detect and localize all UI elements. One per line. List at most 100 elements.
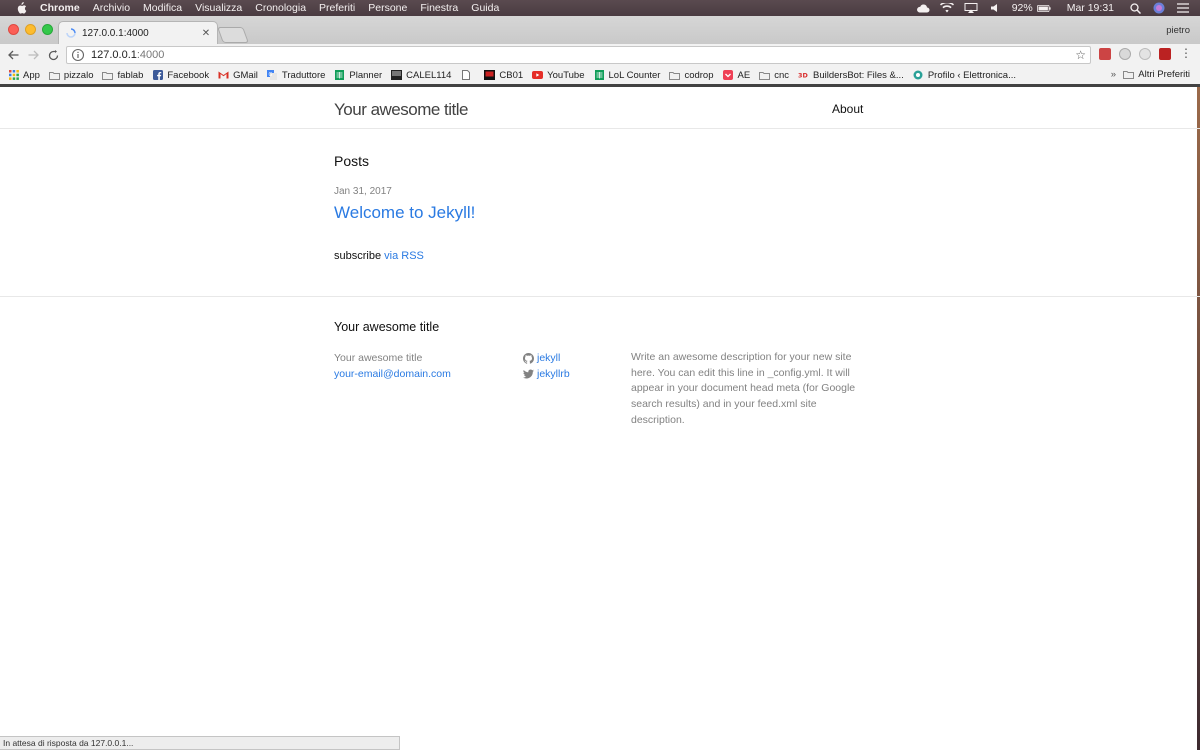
bookmark-label: GMail <box>233 69 258 81</box>
wifi-icon[interactable] <box>939 3 954 13</box>
post-date: Jan 31, 2017 <box>334 186 392 197</box>
menu-archivio[interactable]: Archivio <box>93 2 130 14</box>
nav-about-link[interactable]: About <box>832 102 863 116</box>
chrome-tab-strip: 127.0.0.1:4000 ✕ pietro <box>0 16 1200 44</box>
apple-icon[interactable] <box>14 2 28 14</box>
menu-persone[interactable]: Persone <box>368 2 407 14</box>
folder-icon <box>48 70 60 80</box>
spotlight-search-icon[interactable] <box>1128 2 1142 14</box>
svg-text:G: G <box>269 72 273 78</box>
bookmark-ae[interactable]: AE <box>723 70 750 81</box>
folder-icon <box>669 70 681 80</box>
bookmark-profilo-elettronica[interactable]: Profilo ‹ Elettronica... <box>913 70 1016 81</box>
volume-icon[interactable] <box>988 3 1002 13</box>
footer-social: jekyll jekyllrb <box>523 350 570 382</box>
bookmark-fablab[interactable]: fablab <box>102 70 143 81</box>
menu-finestra[interactable]: Finestra <box>420 2 458 14</box>
extension-gear-icon[interactable] <box>1139 48 1151 60</box>
bookmark-calel114[interactable]: CALEL114 <box>391 70 451 81</box>
window-controls <box>8 24 59 35</box>
posts-heading: Posts <box>334 153 370 169</box>
apps-grid-icon <box>8 70 19 80</box>
footer-contact: Your awesome title your-email@domain.com <box>334 350 451 382</box>
minimize-window-button[interactable] <box>25 24 36 35</box>
bookmark-label: CB01 <box>499 69 524 81</box>
chrome-toolbar: 127.0.0.1:4000 ☆ <box>0 44 1200 66</box>
menu-visualizza[interactable]: Visualizza <box>195 2 242 14</box>
menu-preferiti[interactable]: Preferiti <box>319 2 355 14</box>
site-title-link[interactable]: Your awesome title <box>334 100 469 120</box>
facebook-icon <box>152 70 163 80</box>
battery-icon[interactable] <box>1036 3 1051 13</box>
site-icon <box>391 70 403 80</box>
bookmark-gmail[interactable]: GMail <box>218 70 258 81</box>
url-host: 127.0.0.1 <box>91 49 137 61</box>
bookmark-label: App <box>23 69 40 81</box>
site-icon <box>913 70 924 80</box>
footer-divider <box>0 296 1200 297</box>
page-icon <box>460 70 471 80</box>
rss-link[interactable]: via RSS <box>384 250 424 262</box>
github-username: jekyll <box>537 352 561 364</box>
bookmark-pizzalo[interactable]: pizzalo <box>48 70 93 81</box>
back-arrow-icon[interactable] <box>6 48 20 62</box>
zoom-window-button[interactable] <box>42 24 53 35</box>
close-window-button[interactable] <box>8 24 19 35</box>
siri-icon[interactable] <box>1152 2 1166 14</box>
twitter-username: jekyllrb <box>537 368 570 380</box>
footer-email-link[interactable]: your-email@domain.com <box>334 366 451 382</box>
profile-name[interactable]: pietro <box>1166 25 1190 36</box>
bookmark-app[interactable]: App <box>8 70 40 81</box>
cloud-icon[interactable] <box>916 3 930 13</box>
airplay-icon[interactable] <box>964 3 978 13</box>
chrome-menu-icon[interactable]: ⋮ <box>1180 47 1192 62</box>
tab-localhost[interactable]: 127.0.0.1:4000 ✕ <box>58 21 218 44</box>
tab-close-icon[interactable]: ✕ <box>199 28 213 39</box>
sheet-icon <box>594 70 605 80</box>
bookmark-facebook[interactable]: Facebook <box>152 70 209 81</box>
github-link[interactable]: jekyll <box>523 350 570 366</box>
info-icon[interactable] <box>71 48 85 62</box>
bookmark-traduttore[interactable]: G Traduttore <box>267 70 325 81</box>
folder-icon <box>102 70 114 80</box>
site-icon <box>484 70 496 80</box>
bookmark-cnc[interactable]: cnc <box>759 70 789 81</box>
bookmarks-overflow-button[interactable]: » <box>1111 69 1116 80</box>
battery-percent: 92% <box>1011 2 1033 14</box>
forward-arrow-icon[interactable] <box>26 48 40 62</box>
bookmark-label: Facebook <box>167 69 210 81</box>
bookmark-label: codrop <box>684 69 714 81</box>
tab-title: 127.0.0.1:4000 <box>82 27 149 39</box>
bookmark-altri-preferiti[interactable]: Altri Preferiti <box>1123 69 1190 80</box>
extension-evernote-icon[interactable] <box>1099 48 1111 60</box>
address-bar[interactable]: 127.0.0.1:4000 ☆ <box>66 46 1091 64</box>
new-tab-button[interactable] <box>217 27 249 43</box>
bookmark-lol-counter[interactable]: LoL Counter <box>594 69 661 81</box>
bookmark-cb01[interactable]: CB01 <box>484 70 523 81</box>
extension-grey-icon[interactable] <box>1119 48 1131 60</box>
bookmark-label: Traduttore <box>281 69 326 81</box>
bookmark-planner[interactable]: Planner <box>334 70 382 81</box>
bookmark-youtube[interactable]: YouTube <box>532 70 585 81</box>
notification-center-icon[interactable] <box>1176 3 1190 13</box>
menu-cronologia[interactable]: Cronologia <box>255 2 306 14</box>
pocket-icon <box>723 70 734 80</box>
bookmark-label: Planner <box>349 69 383 81</box>
reload-icon[interactable] <box>46 48 60 62</box>
subscribe-text: subscribe <box>334 250 385 262</box>
menu-app-chrome[interactable]: Chrome <box>40 2 80 14</box>
bookmark-label: LoL Counter <box>608 69 661 81</box>
bookmark-codrop[interactable]: codrop <box>669 69 714 81</box>
bookmark-buildersbot[interactable]: 3D BuildersBot: Files &... <box>798 70 904 81</box>
menu-guida[interactable]: Guida <box>471 2 499 14</box>
sheet-icon <box>334 70 345 80</box>
twitter-link[interactable]: jekyllrb <box>523 366 570 382</box>
extension-ublock-icon[interactable] <box>1159 48 1171 60</box>
menubar-clock[interactable]: Mar 19:31 <box>1067 2 1114 14</box>
post-title-link[interactable]: Welcome to Jekyll! <box>334 203 475 223</box>
menu-modifica[interactable]: Modifica <box>143 2 182 14</box>
folder-icon <box>759 70 771 80</box>
youtube-icon <box>532 70 544 80</box>
bookmark-untitled[interactable] <box>460 70 475 80</box>
bookmark-star-icon[interactable]: ☆ <box>1075 48 1086 62</box>
